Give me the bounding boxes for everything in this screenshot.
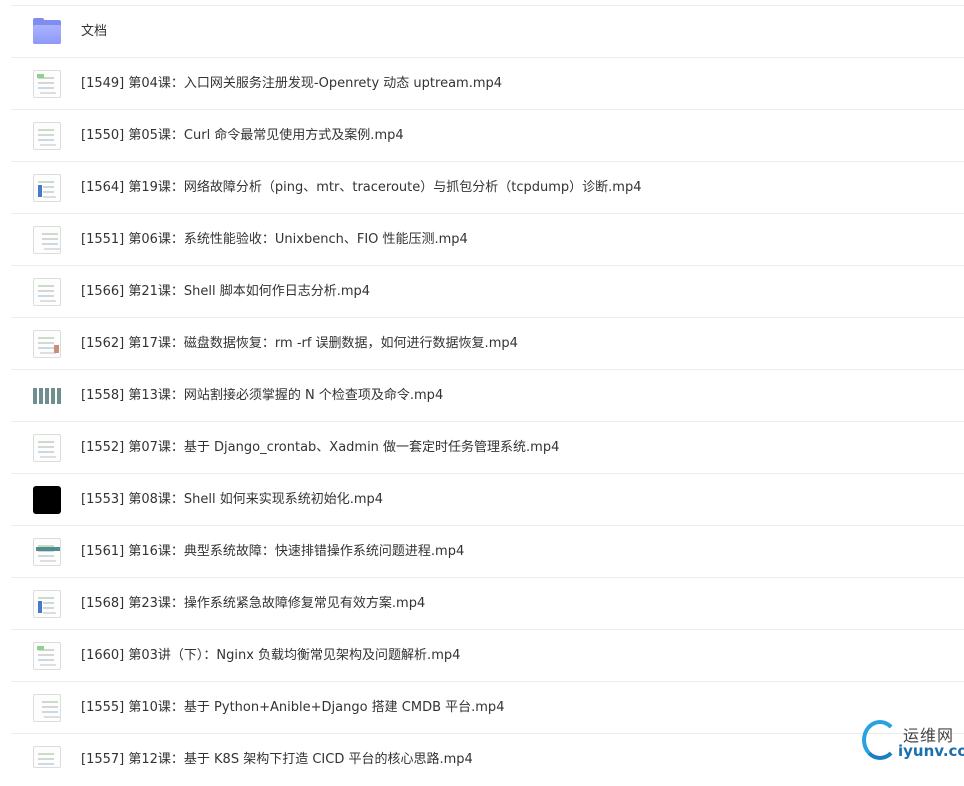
file-name: [1551] 第06课：系统性能验收：Unixbench、FIO 性能压测.mp… [81, 232, 468, 247]
file-name: [1566] 第21课：Shell 脚本如何作日志分析.mp4 [81, 284, 371, 299]
logo-arc-icon [862, 720, 898, 760]
file-row[interactable]: [1557] 第12课：基于 K8S 架构下打造 CICD 平台的核心思路.mp… [11, 733, 964, 768]
file-row[interactable]: [1552] 第07课：基于 Django_crontab、Xadmin 做一套… [11, 421, 964, 473]
file-name: [1568] 第23课：操作系统紧急故障修复常见有效方案.mp4 [81, 596, 426, 611]
file-row[interactable]: [1553] 第08课：Shell 如何来实现系统初始化.mp4 [11, 473, 964, 525]
file-row[interactable]: [1660] 第03讲（下）：Nginx 负载均衡常见架构及问题解析.mp4 [11, 629, 964, 681]
file-row[interactable]: [1566] 第21课：Shell 脚本如何作日志分析.mp4 [11, 265, 964, 317]
file-row[interactable]: [1550] 第05课：Curl 命令最常见使用方式及案例.mp4 [11, 109, 964, 161]
video-thumbnail-icon [33, 278, 61, 306]
file-row[interactable]: [1568] 第23课：操作系统紧急故障修复常见有效方案.mp4 [11, 577, 964, 629]
video-thumbnail-icon [33, 434, 61, 462]
video-thumbnail-icon [33, 226, 61, 254]
file-row[interactable]: [1549] 第04课：入口网关服务注册发现-Openrety 动态 uptre… [11, 57, 964, 109]
video-thumbnail-icon [33, 70, 61, 98]
file-row[interactable]: [1562] 第17课：磁盘数据恢复：rm -rf 误删数据，如何进行数据恢复.… [11, 317, 964, 369]
file-name: [1549] 第04课：入口网关服务注册发现-Openrety 动态 uptre… [81, 76, 503, 91]
video-thumbnail-icon [33, 486, 61, 514]
video-thumbnail-icon [33, 382, 61, 410]
file-row[interactable]: [1561] 第16课：典型系统故障：快速排错操作系统问题进程.mp4 [11, 525, 964, 577]
watermark-logo: 运维网 iyunv.com [858, 716, 964, 767]
file-name: [1557] 第12课：基于 K8S 架构下打造 CICD 平台的核心思路.mp… [81, 752, 473, 767]
video-thumbnail-icon [33, 538, 61, 566]
video-thumbnail-icon [33, 642, 61, 670]
file-name: [1555] 第10课：基于 Python+Anible+Django 搭建 C… [81, 700, 505, 715]
file-row[interactable]: [1558] 第13课：网站割接必须掌握的 N 个检查项及命令.mp4 [11, 369, 964, 421]
video-thumbnail-icon [33, 694, 61, 722]
folder-icon [33, 18, 61, 46]
video-thumbnail-icon [33, 174, 61, 202]
file-name: [1558] 第13课：网站割接必须掌握的 N 个检查项及命令.mp4 [81, 388, 444, 403]
file-name: [1564] 第19课：网络故障分析（ping、mtr、traceroute）与… [81, 180, 642, 195]
video-thumbnail-icon [33, 330, 61, 358]
file-row[interactable]: [1555] 第10课：基于 Python+Anible+Django 搭建 C… [11, 681, 964, 733]
file-row[interactable]: [1551] 第06课：系统性能验收：Unixbench、FIO 性能压测.mp… [11, 213, 964, 265]
file-row[interactable]: [1564] 第19课：网络故障分析（ping、mtr、traceroute）与… [11, 161, 964, 213]
video-thumbnail-icon [33, 590, 61, 618]
folder-row[interactable]: 文档 [11, 5, 964, 57]
file-name: [1553] 第08课：Shell 如何来实现系统初始化.mp4 [81, 492, 384, 507]
video-thumbnail-icon [33, 122, 61, 150]
file-name: 文档 [81, 24, 108, 39]
video-thumbnail-icon [33, 746, 61, 768]
file-name: [1552] 第07课：基于 Django_crontab、Xadmin 做一套… [81, 440, 560, 455]
file-name: [1550] 第05课：Curl 命令最常见使用方式及案例.mp4 [81, 128, 404, 143]
file-name: [1561] 第16课：典型系统故障：快速排错操作系统问题进程.mp4 [81, 544, 465, 559]
file-name: [1562] 第17课：磁盘数据恢复：rm -rf 误删数据，如何进行数据恢复.… [81, 336, 518, 351]
watermark-text-en: iyunv.com [898, 742, 964, 760]
file-name: [1660] 第03讲（下）：Nginx 负载均衡常见架构及问题解析.mp4 [81, 648, 461, 663]
